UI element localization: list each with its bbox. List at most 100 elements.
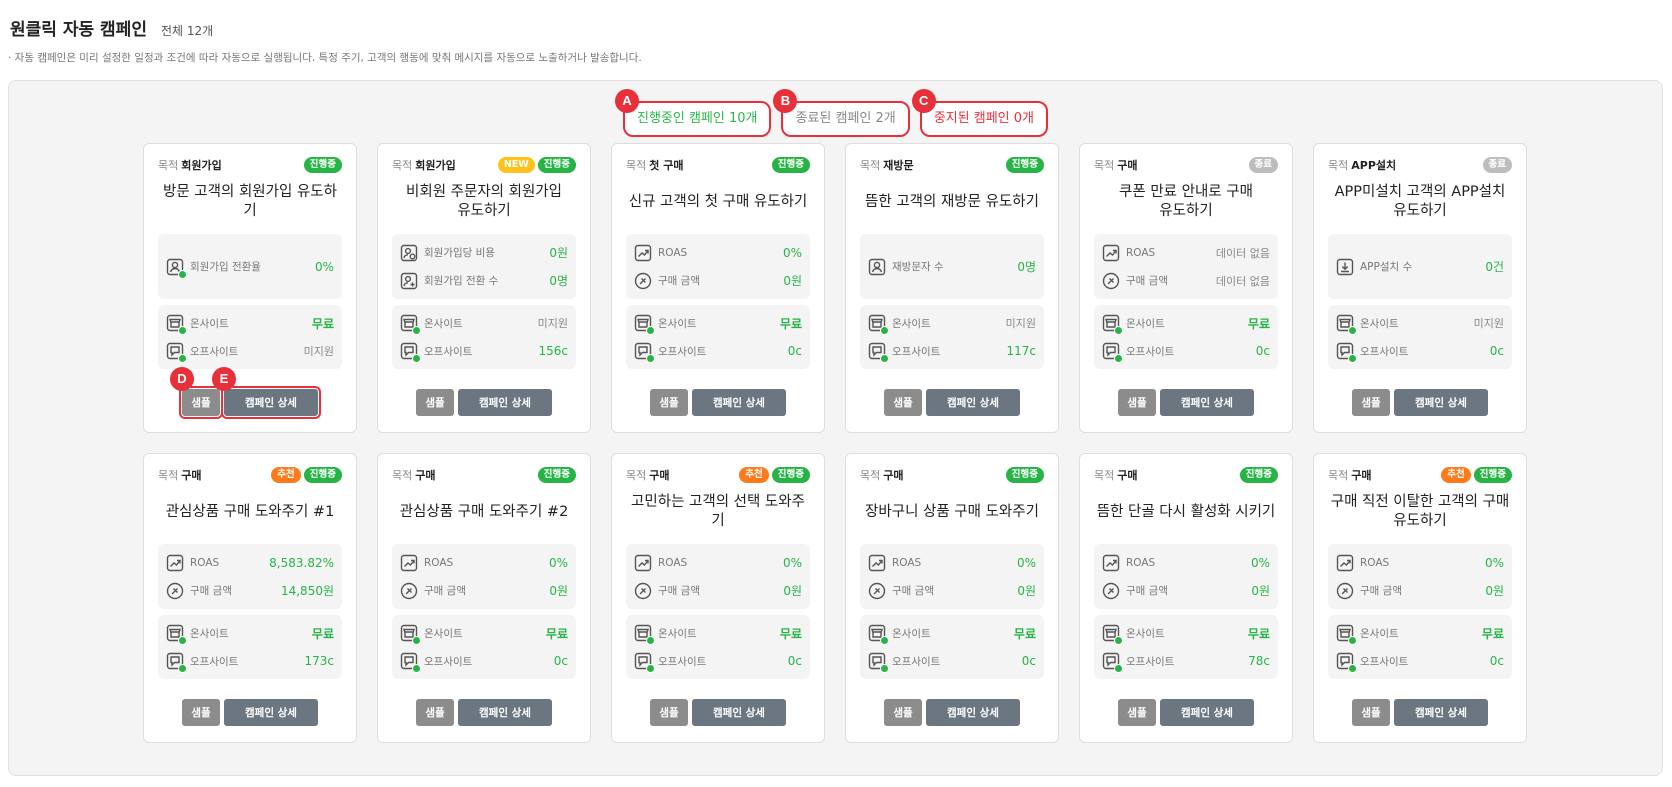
goal-value: 구매 bbox=[181, 469, 202, 482]
goal-label: 목적 bbox=[392, 159, 413, 172]
metric-value: 데이터 없음 bbox=[1215, 246, 1270, 260]
onsite-value: 무료 bbox=[779, 626, 802, 641]
campaign-detail-button[interactable]: 캠페인 상세 bbox=[926, 389, 1020, 416]
campaign-detail-button[interactable]: 캠페인 상세 E bbox=[212, 367, 321, 419]
sample-button[interactable]: 샘플 bbox=[1118, 389, 1156, 416]
filter-tab-stopped[interactable]: C 중지된 캠페인 0개 bbox=[911, 89, 1049, 137]
onsite-store-icon bbox=[1102, 314, 1123, 335]
filter-tab-ended[interactable]: B 종료된 캠페인 2개 bbox=[773, 89, 910, 137]
filter-tab-label: 중지된 캠페인 0개 bbox=[933, 111, 1035, 126]
onsite-value: 미지원 bbox=[537, 317, 568, 330]
offsite-label: 오프사이트 bbox=[1360, 655, 1409, 668]
status-check-icon bbox=[412, 354, 421, 363]
recommend-badge: 추천 bbox=[1441, 467, 1471, 483]
detail-button-label: 캠페인 상세 bbox=[713, 707, 765, 719]
filter-tab-active[interactable]: A 진행중인 캠페인 10개 bbox=[614, 89, 772, 137]
onsite-label: 온사이트 bbox=[658, 627, 697, 640]
offsite-row: 오프사이트 0c bbox=[400, 647, 568, 675]
trend-up-icon bbox=[400, 554, 418, 572]
onsite-store-icon bbox=[868, 314, 889, 335]
sample-button[interactable]: 샘플 bbox=[650, 699, 688, 726]
offsite-value: 156c bbox=[538, 344, 568, 358]
running-badge: 진행중 bbox=[1239, 467, 1278, 483]
sample-button[interactable]: 샘플 bbox=[884, 389, 922, 416]
campaign-title-line: 고민하는 고객의 선택 도와주기 bbox=[631, 494, 805, 529]
sample-button[interactable]: 샘플 bbox=[884, 699, 922, 726]
card-actions: 샘플 캠페인 상세 bbox=[612, 699, 824, 726]
card-actions: 샘플 캠페인 상세 bbox=[1314, 389, 1526, 416]
sample-button-label: 샘플 bbox=[1361, 707, 1381, 719]
campaign-detail-button[interactable]: 캠페인 상세 bbox=[692, 699, 786, 726]
sample-button[interactable]: 샘플 bbox=[416, 699, 454, 726]
metrics-box: ROAS 0% 구매 금액 0원 bbox=[626, 234, 810, 299]
campaign-title-line: 방문 고객의 회원가입 유도하기 bbox=[163, 184, 337, 219]
campaign-detail-button[interactable]: 캠페인 상세 bbox=[926, 699, 1020, 726]
tag-icon bbox=[1336, 582, 1354, 600]
tag-icon bbox=[400, 582, 418, 600]
campaign-title-line: 비회원 주문자의 회원가입 bbox=[406, 184, 562, 200]
sample-button-label: 샘플 bbox=[659, 397, 679, 409]
campaign-detail-button[interactable]: 캠페인 상세 bbox=[1160, 699, 1254, 726]
status-check-icon bbox=[880, 636, 889, 645]
campaign-detail-button[interactable]: 캠페인 상세 bbox=[1394, 699, 1488, 726]
campaign-title: 방문 고객의 회원가입 유도하기 bbox=[158, 176, 342, 228]
onsite-row: 온사이트 무료 bbox=[868, 619, 1036, 647]
campaign-total-count: 전체 12개 bbox=[160, 24, 214, 38]
campaign-title-text: APP미설치 고객의 APP설치 유도하기 bbox=[1335, 183, 1506, 221]
campaign-detail-button[interactable]: 캠페인 상세 bbox=[1394, 389, 1488, 416]
onsite-value: 무료 bbox=[545, 626, 568, 641]
sample-button[interactable]: 샘플 bbox=[1352, 389, 1390, 416]
offsite-row: 오프사이트 0c bbox=[1336, 337, 1504, 365]
metric-row: 구매 금액 14,850원 bbox=[166, 577, 334, 605]
trend-up-icon bbox=[868, 554, 886, 572]
offsite-message-icon bbox=[166, 652, 187, 673]
card-goal: 목적 회원가입 bbox=[392, 157, 456, 173]
metric-label: ROAS bbox=[658, 246, 688, 259]
metrics-box: ROAS 데이터 없음 구매 금액 데이터 없음 bbox=[1094, 234, 1278, 299]
offsite-value: 0c bbox=[1021, 654, 1036, 668]
campaign-title-line: 관심상품 구매 도와주기 #1 bbox=[165, 503, 335, 520]
sample-button[interactable]: 샘플 bbox=[650, 389, 688, 416]
detail-button-label: 캠페인 상세 bbox=[1415, 397, 1467, 409]
metric-label: ROAS bbox=[892, 556, 922, 569]
onsite-value: 무료 bbox=[1481, 626, 1504, 641]
trend-up-icon bbox=[634, 554, 652, 572]
sample-button-label: 샘플 bbox=[1361, 397, 1381, 409]
campaign-detail-button[interactable]: 캠페인 상세 bbox=[458, 699, 552, 726]
offsite-row: 오프사이트 0c bbox=[634, 647, 802, 675]
offsite-value: 0c bbox=[787, 654, 802, 668]
campaign-detail-button[interactable]: 캠페인 상세 bbox=[692, 389, 786, 416]
campaign-title: 비회원 주문자의 회원가입 유도하기 bbox=[392, 176, 576, 228]
ended-badge: 종료 bbox=[1482, 157, 1512, 173]
sample-button[interactable]: 샘플 D bbox=[170, 367, 223, 419]
campaign-detail-button[interactable]: 캠페인 상세 bbox=[224, 699, 318, 726]
sites-box: 온사이트 미지원 오프사이트 0c bbox=[1328, 305, 1512, 369]
offsite-message-icon bbox=[400, 342, 421, 363]
running-badge: 진행중 bbox=[303, 157, 342, 173]
metric-row: ROAS 0% bbox=[1102, 549, 1270, 577]
trend-up-icon bbox=[1336, 554, 1354, 572]
campaign-title-line: 유도하기 bbox=[1159, 203, 1213, 219]
tag-icon bbox=[634, 272, 652, 290]
metric-row: 재방문자 수 0명 bbox=[868, 253, 1036, 281]
campaign-detail-button[interactable]: 캠페인 상세 bbox=[458, 389, 552, 416]
offsite-label: 오프사이트 bbox=[1360, 345, 1409, 358]
sample-button[interactable]: 샘플 bbox=[416, 389, 454, 416]
goal-label: 목적 bbox=[158, 159, 179, 172]
status-badges: 진행중 bbox=[303, 157, 342, 173]
sample-button[interactable]: 샘플 bbox=[182, 699, 220, 726]
offsite-label: 오프사이트 bbox=[892, 655, 941, 668]
sample-button[interactable]: 샘플 bbox=[1352, 699, 1390, 726]
card-goal: 목적 구매 bbox=[158, 467, 202, 483]
campaign-title-text: 고민하는 고객의 선택 도와주기 bbox=[626, 493, 810, 531]
card-header: 목적 APP설치 종료 bbox=[1328, 156, 1512, 174]
campaign-card-7: 목적 구매 추천 진행중 관심상품 구매 도와주기 #1 ROAS 8,583.82%… bbox=[143, 453, 357, 743]
metric-row: ROAS 0% bbox=[1336, 549, 1504, 577]
campaign-detail-button[interactable]: 캠페인 상세 bbox=[1160, 389, 1254, 416]
status-check-icon bbox=[646, 354, 655, 363]
card-actions: 샘플 캠페인 상세 bbox=[1080, 699, 1292, 726]
metric-label: ROAS bbox=[1360, 556, 1390, 569]
sample-button[interactable]: 샘플 bbox=[1118, 699, 1156, 726]
metric-row: APP설치 수 0건 bbox=[1336, 253, 1504, 281]
status-check-icon bbox=[1348, 354, 1357, 363]
